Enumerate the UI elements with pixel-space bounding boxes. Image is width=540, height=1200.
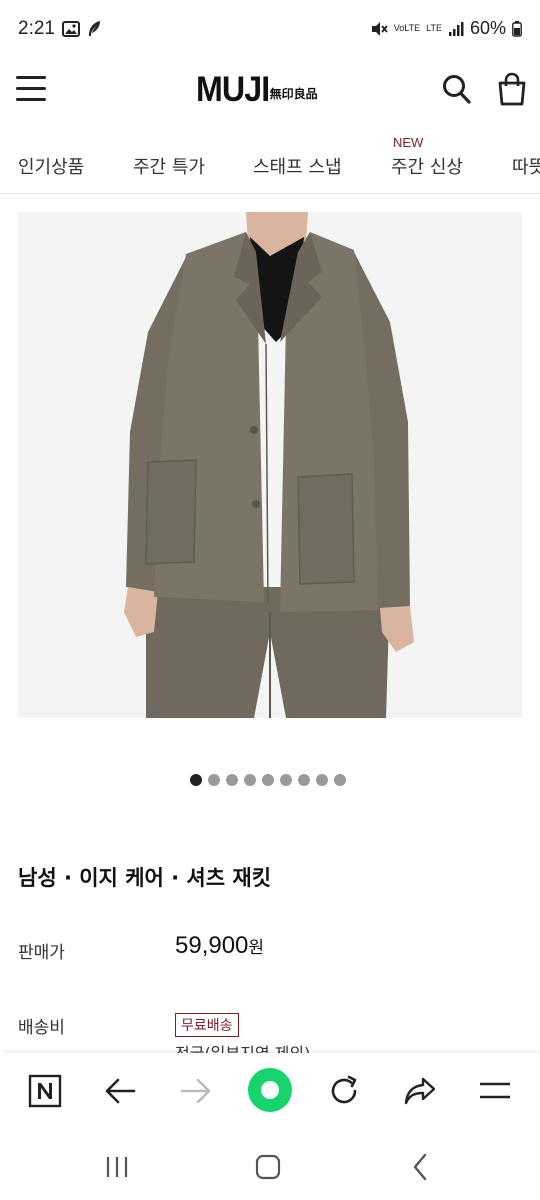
share-icon	[404, 1077, 436, 1105]
product-title: 남성 · 이지 케어 · 셔츠 재킷	[18, 866, 272, 890]
logo-main-text: MUJI	[196, 70, 270, 109]
carousel-dot[interactable]	[298, 774, 310, 786]
menu-icon	[16, 76, 46, 79]
carousel-dot[interactable]	[262, 774, 274, 786]
feather-icon	[89, 21, 100, 36]
back-button[interactable]	[100, 1071, 140, 1111]
gallery-icon	[62, 21, 80, 37]
recent-apps-icon	[106, 1157, 128, 1177]
hamburger-icon	[480, 1082, 510, 1099]
forward-button[interactable]	[176, 1071, 216, 1111]
product-price: 59,900원	[175, 932, 264, 960]
status-bar: 2:21 VoLTE LTE 60%	[0, 0, 540, 60]
recent-apps-button[interactable]	[102, 1152, 132, 1182]
product-image[interactable]	[18, 212, 522, 718]
tab-popular[interactable]: 인기상품	[18, 153, 84, 179]
category-nav: 인기상품 주간 특가 스태프 스냅 NEW 주간 신상 따뜻	[0, 130, 540, 194]
price-value: 59,900	[175, 932, 249, 959]
chevron-left-icon	[413, 1153, 427, 1181]
cart-button[interactable]	[497, 72, 527, 106]
carousel-dot[interactable]	[244, 774, 256, 786]
volte-label: VoLTE	[393, 23, 421, 33]
muji-logo[interactable]: MUJI 無印良品	[196, 70, 318, 110]
site-header: MUJI 無印良品	[0, 60, 540, 120]
signal-icon	[448, 21, 464, 36]
battery-percent: 60%	[469, 18, 506, 38]
tab-weekly-deal[interactable]: 주간 특가	[133, 153, 205, 179]
shipping-label: 배송비	[18, 1018, 65, 1038]
share-button[interactable]	[400, 1071, 440, 1111]
new-badge: NEW	[393, 135, 424, 150]
price-label: 판매가	[18, 943, 65, 963]
tab-weekly-new[interactable]: 주간 신상	[391, 153, 463, 179]
refresh-icon	[331, 1075, 357, 1104]
status-time: 2:21	[18, 18, 55, 39]
carousel-dot[interactable]	[334, 774, 346, 786]
free-shipping-badge: 무료배송	[175, 1013, 239, 1037]
arrow-right-icon	[180, 1078, 211, 1104]
system-back-button[interactable]	[405, 1152, 435, 1182]
home-green-button[interactable]	[248, 1068, 292, 1112]
carousel-dot[interactable]	[208, 774, 220, 786]
carousel-dots[interactable]	[190, 774, 346, 786]
logo-sub-text: 無印良品	[269, 86, 318, 101]
search-button[interactable]	[442, 73, 472, 105]
carousel-dot[interactable]	[226, 774, 238, 786]
arrow-left-icon	[105, 1078, 136, 1104]
home-square-icon	[255, 1154, 281, 1180]
shopping-bag-icon	[498, 72, 526, 106]
carousel-dot[interactable]	[316, 774, 328, 786]
tab-warm[interactable]: 따뜻	[512, 153, 540, 179]
refresh-button[interactable]	[324, 1071, 364, 1111]
naver-button[interactable]	[25, 1071, 65, 1111]
system-nav-bar	[0, 1130, 540, 1200]
price-unit: 원	[248, 938, 265, 958]
tab-staff-snap[interactable]: 스태프 스냅	[253, 153, 342, 179]
browser-toolbar	[0, 1053, 540, 1130]
naver-n-icon	[28, 1074, 62, 1108]
jacket-photo	[18, 212, 522, 718]
mute-icon	[371, 21, 388, 36]
carousel-dot[interactable]	[190, 774, 202, 786]
browser-menu-button[interactable]	[475, 1071, 515, 1111]
home-button[interactable]	[253, 1152, 283, 1182]
battery-icon	[512, 20, 522, 37]
search-icon	[443, 75, 471, 104]
lte-label: LTE	[426, 23, 442, 33]
carousel-dot[interactable]	[280, 774, 292, 786]
menu-button[interactable]	[16, 76, 46, 104]
